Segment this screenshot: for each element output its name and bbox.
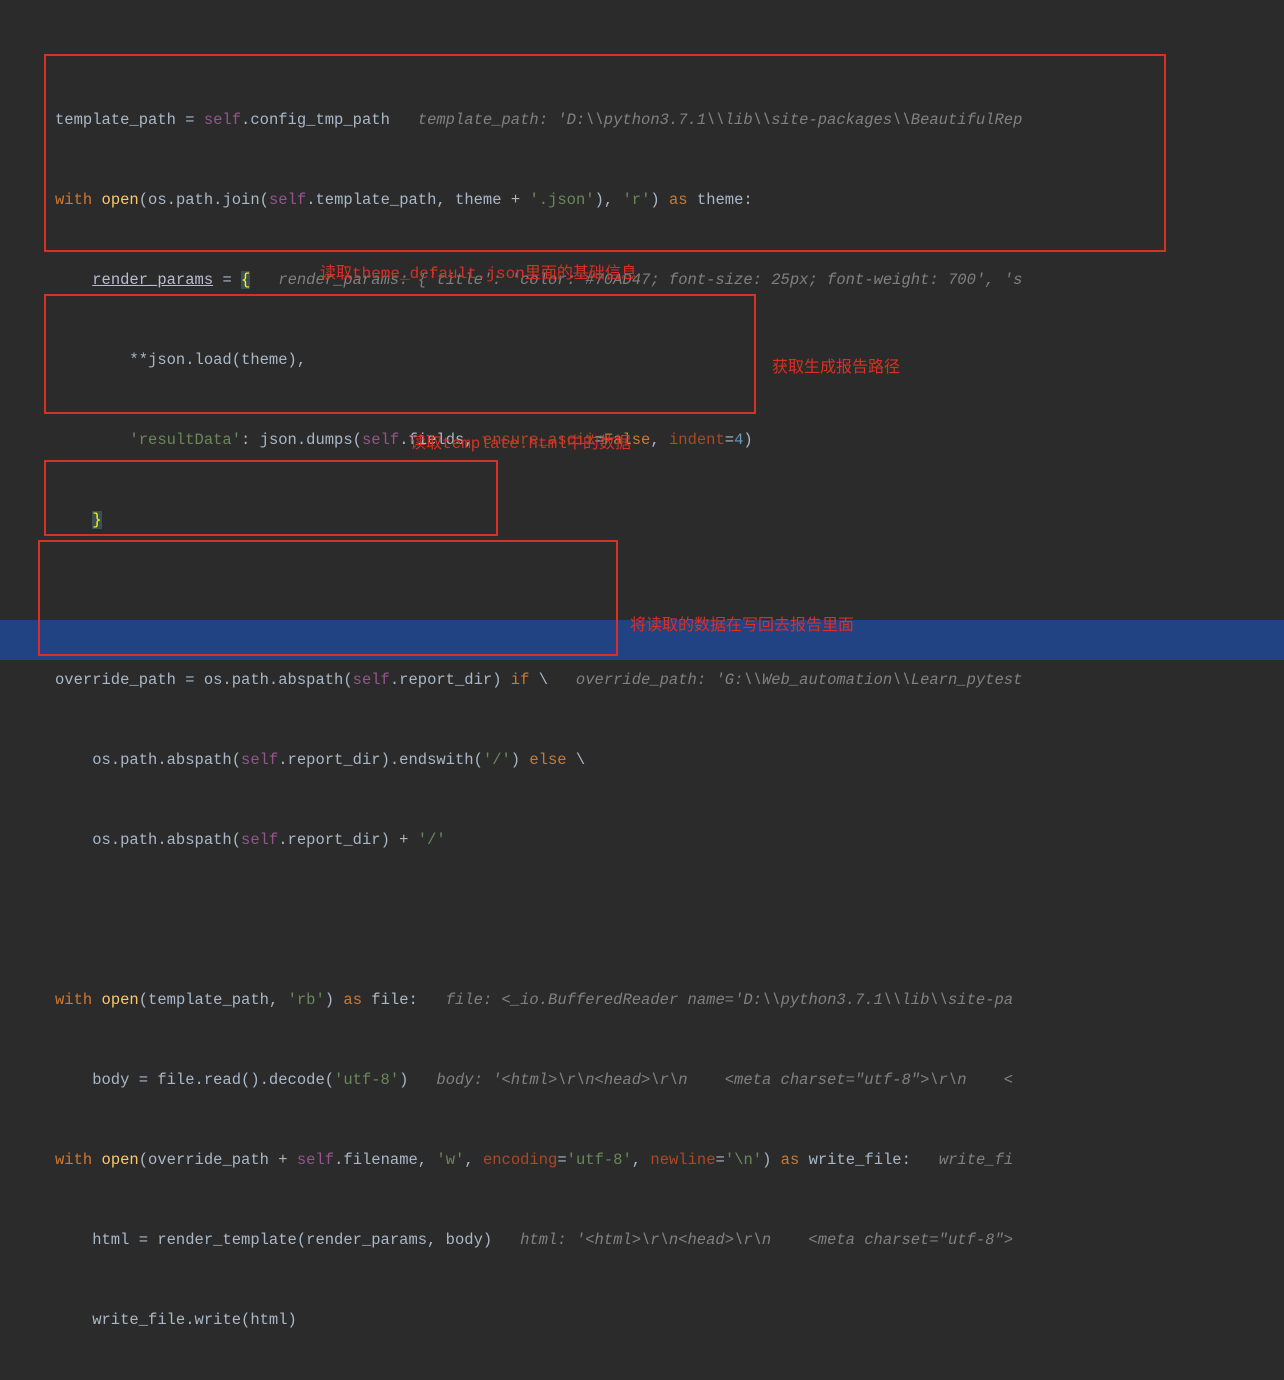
code-line — [55, 580, 1284, 620]
annotation-text: 读取template.html中的数据 — [410, 436, 631, 452]
code-line — [55, 900, 1284, 940]
code-line: os.path.abspath(self.report_dir).endswit… — [55, 740, 1284, 780]
code-line: render_params = { render_params: {'title… — [55, 260, 1284, 300]
code-line: } — [55, 500, 1284, 540]
code-line: html = render_template(render_params, bo… — [55, 1220, 1284, 1260]
code-line: 'resultData': json.dumps(self.fields, en… — [55, 420, 1284, 460]
code-line: with open(os.path.join(self.template_pat… — [55, 180, 1284, 220]
code-line: template_path = self.config_tmp_path tem… — [55, 100, 1284, 140]
annotation-text: 读取theme_default.json里面的基础信息 — [320, 266, 637, 282]
code-line: write_file.write(html) — [55, 1300, 1284, 1340]
code-line: override_path = os.path.abspath(self.rep… — [55, 660, 1284, 700]
annotation-text: 获取生成报告路径 — [772, 360, 900, 376]
annotation-text: 将读取的数据在写回去报告里面 — [630, 618, 854, 634]
code-line: body = file.read().decode('utf-8') body:… — [55, 1060, 1284, 1100]
code-line: os.path.abspath(self.report_dir) + '/' — [55, 820, 1284, 860]
code-line: with open(template_path, 'rb') as file: … — [55, 980, 1284, 1020]
code-line: with open(override_path + self.filename,… — [55, 1140, 1284, 1180]
code-editor[interactable]: template_path = self.config_tmp_path tem… — [0, 0, 1284, 1380]
code-line: **json.load(theme), — [55, 340, 1284, 380]
